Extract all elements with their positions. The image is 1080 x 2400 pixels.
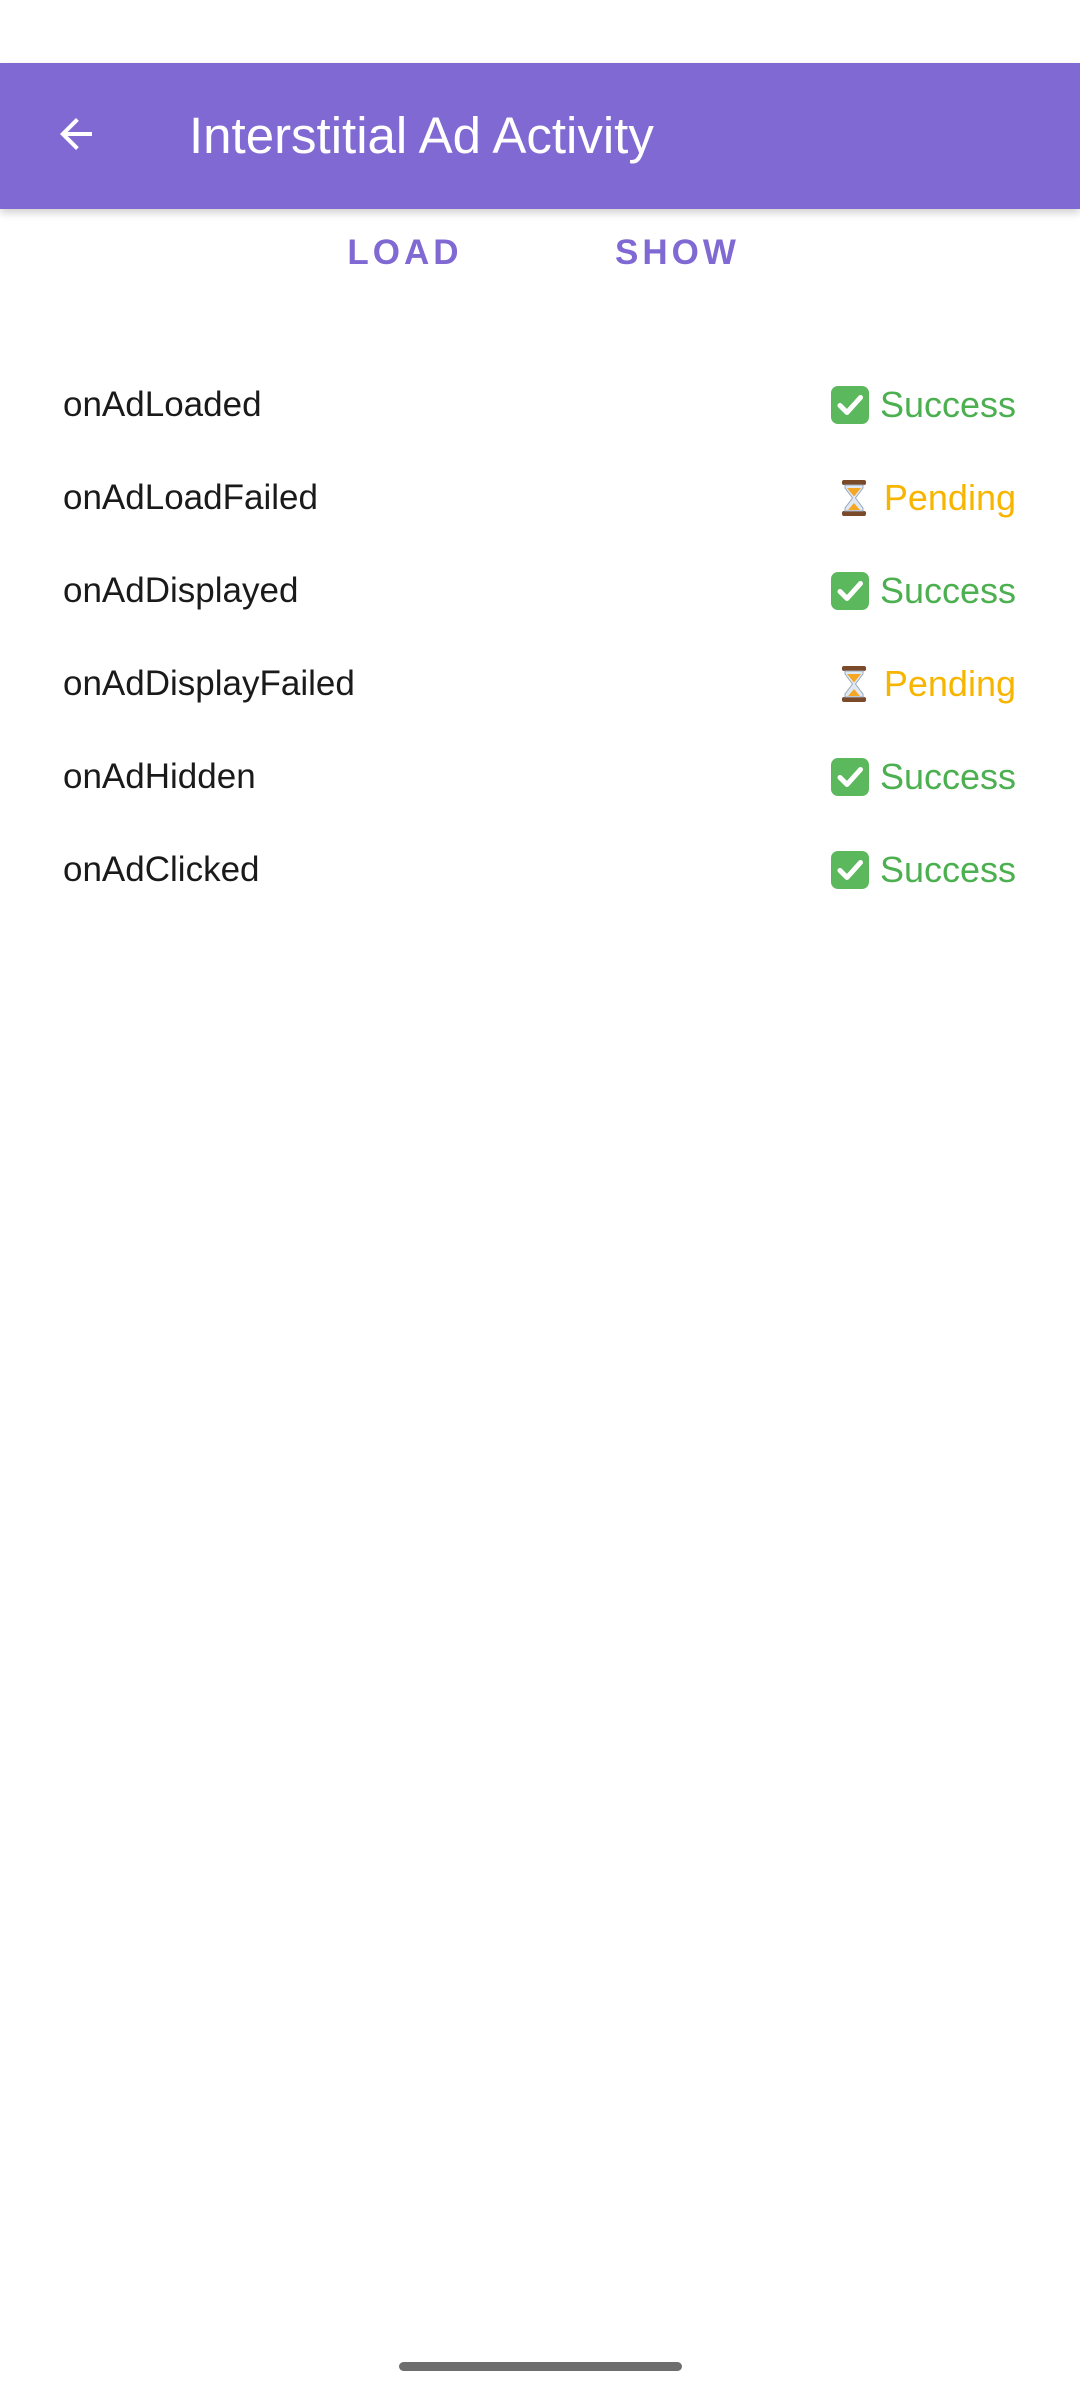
back-button[interactable]: [26, 86, 126, 186]
status-bar: [0, 0, 1080, 63]
check-icon: [830, 571, 870, 611]
status-badge: Success: [830, 823, 1016, 916]
hourglass-icon: [834, 664, 874, 704]
status-text: Success: [879, 383, 1016, 425]
action-bar: LOAD SHOW: [0, 214, 1080, 292]
show-button[interactable]: SHOW: [600, 214, 755, 292]
event-name: onAdDisplayFailed: [63, 664, 355, 703]
status-badge: Success: [830, 730, 1016, 823]
check-icon: [830, 385, 870, 425]
status-badge: Pending: [834, 637, 1016, 730]
app-bar: Interstitial Ad Activity: [0, 63, 1080, 209]
status-badge: Success: [830, 544, 1016, 637]
check-icon: [830, 850, 870, 890]
event-name: onAdHidden: [63, 757, 256, 796]
home-indicator[interactable]: [399, 2362, 682, 2371]
event-list: onAdLoaded Success onAdLoadFailed Pendin…: [0, 358, 1080, 916]
event-name: onAdDisplayed: [63, 571, 299, 610]
list-item: onAdDisplayed Success: [0, 544, 1080, 637]
status-text: Success: [879, 848, 1016, 890]
list-item: onAdLoadFailed Pending: [0, 451, 1080, 544]
event-name: onAdClicked: [63, 850, 260, 889]
arrow-back-icon: [52, 110, 100, 163]
load-button[interactable]: LOAD: [330, 214, 480, 292]
check-icon: [830, 757, 870, 797]
list-item: onAdLoaded Success: [0, 358, 1080, 451]
page-title: Interstitial Ad Activity: [189, 107, 654, 164]
hourglass-icon: [834, 478, 874, 518]
status-badge: Success: [830, 358, 1016, 451]
status-badge: Pending: [834, 451, 1016, 544]
list-item: onAdHidden Success: [0, 730, 1080, 823]
event-name: onAdLoaded: [63, 385, 262, 424]
status-text: Pending: [883, 476, 1016, 518]
event-name: onAdLoadFailed: [63, 478, 318, 517]
list-item: onAdClicked Success: [0, 823, 1080, 916]
status-text: Success: [879, 569, 1016, 611]
list-item: onAdDisplayFailed Pending: [0, 637, 1080, 730]
status-text: Pending: [883, 662, 1016, 704]
status-text: Success: [879, 755, 1016, 797]
